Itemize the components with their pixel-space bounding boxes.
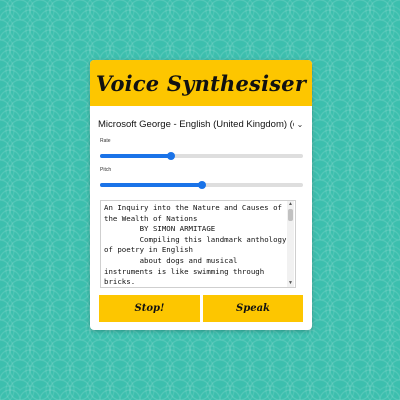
pitch-label: Pitch xyxy=(100,167,112,173)
voice-select[interactable]: Microsoft George - English (United Kingd… xyxy=(98,116,304,132)
chevron-down-icon: ⌄ xyxy=(296,119,304,129)
stop-button[interactable]: Stop! xyxy=(99,295,200,322)
scroll-up-icon[interactable]: ▲ xyxy=(287,201,294,208)
rate-slider-fill xyxy=(100,154,172,158)
rate-slider-thumb[interactable] xyxy=(167,152,176,160)
header: Voice Synthesiser xyxy=(90,60,312,106)
rate-label: Rate xyxy=(100,138,111,144)
voice-select-value: Microsoft George - English (United Kingd… xyxy=(98,118,294,130)
synth-card: Voice Synthesiser Microsoft George - Eng… xyxy=(90,60,312,330)
scrollbar-thumb[interactable] xyxy=(288,209,293,221)
pitch-slider-thumb[interactable] xyxy=(197,181,206,189)
text-input[interactable]: An Inquiry into the Nature and Causes of… xyxy=(100,200,296,288)
rate-slider[interactable] xyxy=(100,152,303,160)
pitch-slider-fill xyxy=(100,183,202,187)
text-input-content: An Inquiry into the Nature and Causes of… xyxy=(104,203,287,287)
scroll-down-icon[interactable]: ▼ xyxy=(287,280,294,287)
app-title: Voice Synthesiser xyxy=(95,70,307,96)
speak-button[interactable]: Speak xyxy=(203,295,303,322)
textbox-scrollbar[interactable]: ▲ ▼ xyxy=(287,201,294,287)
pitch-slider[interactable] xyxy=(100,181,303,189)
